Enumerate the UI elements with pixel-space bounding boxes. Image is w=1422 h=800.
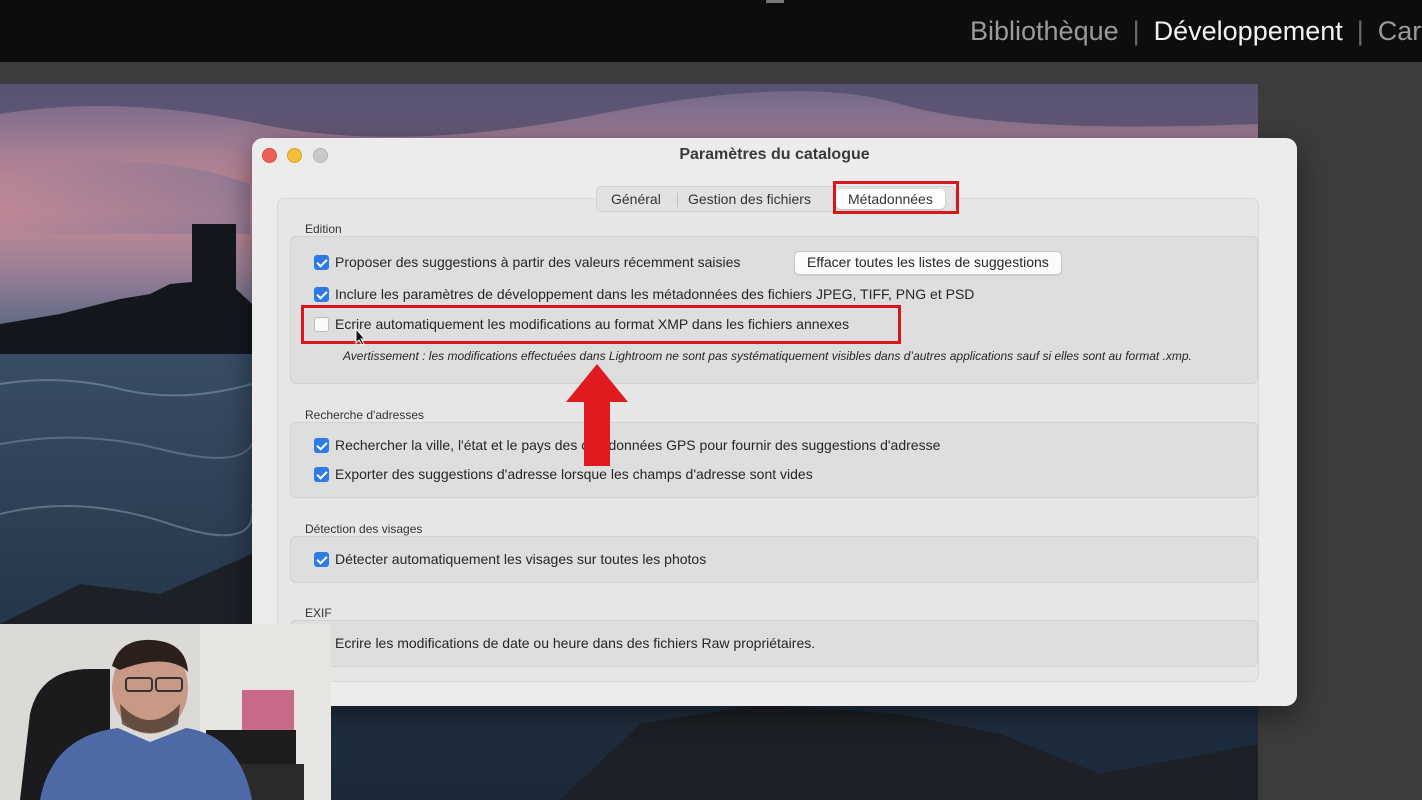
option-label: Inclure les paramètres de développement … (335, 286, 975, 302)
section-label-address: Recherche d'adresses (305, 408, 425, 422)
red-arrow-up-icon (566, 364, 628, 466)
module-develop[interactable]: Développement (1154, 16, 1343, 47)
tab-divider (677, 193, 678, 207)
checkbox-checked-icon[interactable] (314, 467, 329, 482)
section-label-exif: EXIF (305, 606, 332, 620)
checkbox-checked-icon[interactable] (314, 438, 329, 453)
tab-general[interactable]: Général (611, 191, 661, 207)
panel-handle[interactable] (766, 0, 784, 3)
module-separator: | (1132, 16, 1140, 46)
clear-suggestions-button[interactable]: Effacer toutes les listes de suggestions (794, 251, 1062, 275)
highlight-metadata-tab (833, 181, 959, 214)
tab-file-handling[interactable]: Gestion des fichiers (688, 191, 811, 207)
checkbox-checked-icon[interactable] (314, 255, 329, 270)
module-library[interactable]: Bibliothèque (970, 16, 1119, 47)
group-address (290, 422, 1258, 498)
webcam-overlay (0, 624, 331, 800)
option-label: Ecrire les modifications de date ou heur… (335, 635, 816, 651)
checkbox-checked-icon[interactable] (314, 552, 329, 567)
dialog-title: Paramètres du catalogue (679, 146, 870, 163)
section-label-faces: Détection des visages (305, 522, 423, 536)
highlight-xmp-option (301, 305, 901, 344)
module-bar: Bibliothèque | Développement | Cartes (0, 0, 1422, 62)
option-label: Rechercher la ville, l'état et le pays d… (335, 437, 941, 453)
xmp-warning-text: Avertissement : les modifications effect… (343, 349, 1192, 363)
option-label: Proposer des suggestions à partir des va… (335, 254, 741, 270)
option-label: Détecter automatiquement les visages sur… (335, 551, 707, 567)
module-map[interactable]: Cartes (1378, 16, 1422, 47)
section-label-edition: Edition (305, 222, 342, 236)
mouse-cursor-icon (355, 328, 367, 346)
module-picker: Bibliothèque | Développement | Cartes (970, 16, 1422, 47)
dialog-titlebar[interactable]: Paramètres du catalogue (252, 138, 1297, 174)
catalog-settings-dialog: Paramètres du catalogue Général Gestion … (252, 138, 1297, 706)
option-label: Exporter des suggestions d'adresse lorsq… (335, 466, 813, 482)
module-separator: | (1356, 16, 1364, 46)
checkbox-checked-icon[interactable] (314, 287, 329, 302)
presenter-video-image (0, 624, 331, 800)
